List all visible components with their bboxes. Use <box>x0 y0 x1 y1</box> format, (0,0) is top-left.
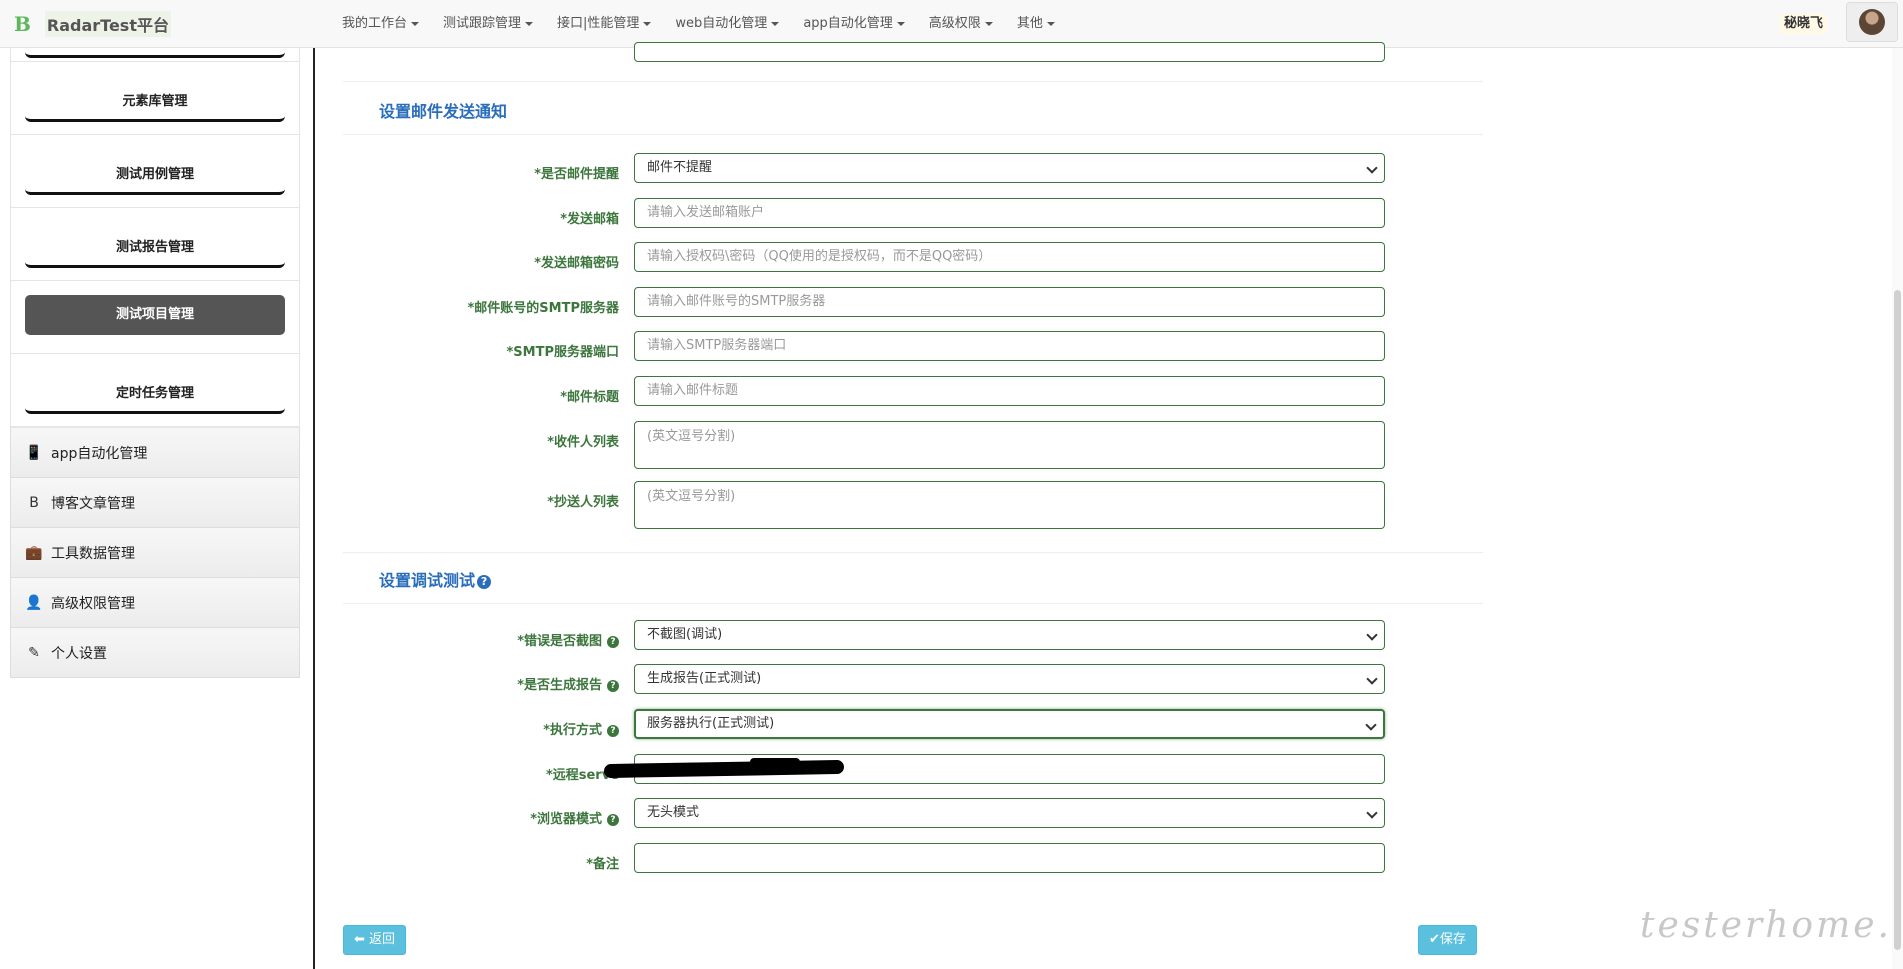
remind-label: *是否邮件提醒 <box>534 167 619 182</box>
sidebar-subitem-test-projects: 测试项目管理 <box>11 281 299 354</box>
caret-down-icon <box>643 21 652 26</box>
divider <box>343 134 1483 135</box>
divider <box>343 603 1483 604</box>
sender-password-input[interactable]: 请输入授权码\密码（QQ使用的是授权码，而不是QQ密码） <box>634 242 1385 272</box>
debug-section-title: 设置调试测试? <box>379 567 492 591</box>
user-name[interactable]: 秘晓飞 <box>1780 14 1828 34</box>
to-label: *收件人列表 <box>547 435 619 450</box>
sidebar-item-blog[interactable]: B 博客文章管理 <box>10 478 300 528</box>
brand-name: RadarTest平台 <box>44 11 171 37</box>
sidebar-subitem-label[interactable]: 测试用例管理 <box>25 155 285 195</box>
sidebar-submenu: 元素库管理 测试用例管理 测试报告管理 测试项目管理 定时任务管理 <box>10 48 300 428</box>
sender-email-input[interactable]: 请输入发送邮箱账户 <box>634 198 1385 228</box>
briefcase-icon: 💼 <box>25 544 43 561</box>
divider <box>343 552 1483 553</box>
caret-down-icon <box>984 21 993 26</box>
nav-item-web-automation[interactable]: web自动化管理 <box>663 0 791 48</box>
subject-label: *邮件标题 <box>560 390 619 405</box>
brand[interactable]: B RadarTest平台 <box>14 10 171 38</box>
sidebar-subitem-test-cases: 测试用例管理 <box>11 135 299 208</box>
nav-item-other[interactable]: 其他 <box>1005 0 1067 48</box>
exec-mode-select[interactable]: 服务器执行(正式测试) <box>634 709 1385 739</box>
cc-label: *抄送人列表 <box>547 495 619 510</box>
recipients-textarea[interactable]: (英文逗号分割) <box>634 421 1385 469</box>
sidebar-item-label: 博客文章管理 <box>51 495 135 512</box>
sidebar-item-label: app自动化管理 <box>51 445 148 462</box>
nav-item-advanced-permission[interactable]: 高级权限 <box>917 0 1005 48</box>
sidebar-subitem-element-library: 元素库管理 <box>11 62 299 135</box>
check-icon: ✔ <box>1429 932 1440 947</box>
arrow-left-icon: ⬅ <box>354 932 365 947</box>
project-settings-form: 设置邮件发送通知 *是否邮件提醒 邮件不提醒 *发送邮箱 请输入发送邮箱账户 *… <box>343 42 1483 969</box>
divider <box>343 81 1483 82</box>
caret-down-icon <box>1046 21 1055 26</box>
smtp-label: *邮件账号的SMTP服务器 <box>467 301 620 316</box>
help-icon[interactable]: ? <box>607 636 619 648</box>
screenshot-label: *错误是否截图? <box>517 630 619 649</box>
sidebar-subitem-label[interactable]: 测试项目管理 <box>25 295 285 335</box>
browser-mode-select[interactable]: 无头模式 <box>634 798 1385 828</box>
avatar-button[interactable] <box>1846 2 1898 42</box>
back-button[interactable]: ⬅ 返回 <box>343 925 407 955</box>
help-icon[interactable]: ? <box>607 725 619 737</box>
note-label: *备注 <box>586 857 619 872</box>
email-remind-select[interactable]: 邮件不提醒 <box>634 153 1385 183</box>
user-icon: 👤 <box>25 594 43 611</box>
sidebar-subitem-clipped <box>11 48 299 62</box>
email-subject-input[interactable]: 请输入邮件标题 <box>634 376 1385 406</box>
sidebar-item-personal-settings[interactable]: ✎ 个人设置 <box>10 628 300 678</box>
avatar <box>1859 9 1885 35</box>
report-label: *是否生成报告? <box>517 674 619 693</box>
edit-icon: ✎ <box>28 644 40 661</box>
sidebar-subitem-label[interactable]: 测试报告管理 <box>25 228 285 268</box>
note-input[interactable] <box>634 843 1385 873</box>
cc-textarea[interactable]: (英文逗号分割) <box>634 481 1385 529</box>
help-icon[interactable]: ? <box>477 575 492 589</box>
nav-item-test-tracking[interactable]: 测试跟踪管理 <box>431 0 545 48</box>
nav-menu: 我的工作台 测试跟踪管理 接口|性能管理 web自动化管理 app自动化管理 高… <box>330 0 1067 48</box>
sidebar-item-tool-data[interactable]: 💼 工具数据管理 <box>10 528 300 578</box>
sidebar-item-label: 个人设置 <box>51 645 107 662</box>
sidebar-item-advanced-permission[interactable]: 👤 高级权限管理 <box>10 578 300 628</box>
sidebar-subitem-label[interactable]: 定时任务管理 <box>25 374 285 414</box>
sidebar-subitem-test-reports: 测试报告管理 <box>11 208 299 281</box>
nav-item-app-automation[interactable]: app自动化管理 <box>791 0 916 48</box>
nav-item-api-perf[interactable]: 接口|性能管理 <box>545 0 663 48</box>
bold-b-icon: B <box>29 494 39 511</box>
clipped-textarea[interactable] <box>634 42 1385 62</box>
nav-item-workbench[interactable]: 我的工作台 <box>330 0 431 48</box>
smtp-server-input[interactable]: 请输入邮件账号的SMTP服务器 <box>634 287 1385 317</box>
mobile-icon: 📱 <box>25 444 43 461</box>
sidebar-subitem-scheduled-tasks: 定时任务管理 <box>11 354 299 427</box>
caret-down-icon <box>525 21 534 26</box>
password-label: *发送邮箱密码 <box>534 256 619 271</box>
screenshot-select[interactable]: 不截图(调试) <box>634 620 1385 650</box>
smtp-port-input[interactable]: 请输入SMTP服务器端口 <box>634 331 1385 361</box>
port-label: *SMTP服务器端口 <box>506 345 620 360</box>
sidebar-item-label: 高级权限管理 <box>51 595 135 612</box>
caret-down-icon <box>896 21 905 26</box>
sidebar-subitem-label[interactable]: 元素库管理 <box>25 82 285 122</box>
report-select[interactable]: 生成报告(正式测试) <box>634 664 1385 694</box>
caret-down-icon <box>411 21 420 26</box>
sidebar: 元素库管理 测试用例管理 测试报告管理 测试项目管理 定时任务管理 📱 app自… <box>10 48 300 678</box>
save-button[interactable]: ✔保存 <box>1418 925 1477 955</box>
email-section-title: 设置邮件发送通知 <box>379 102 508 121</box>
browser-label: *浏览器模式? <box>530 808 619 827</box>
redaction-mark <box>750 758 800 766</box>
caret-down-icon <box>771 21 780 26</box>
watermark: testerhome.com <box>1640 905 1903 946</box>
sender-label: *发送邮箱 <box>560 212 619 227</box>
help-icon[interactable]: ? <box>607 680 619 692</box>
sidebar-item-app-automation[interactable]: 📱 app自动化管理 <box>10 428 300 478</box>
brand-logo-icon: B <box>14 12 31 36</box>
exec-label: *执行方式? <box>543 719 619 738</box>
content-divider <box>313 48 315 969</box>
help-icon[interactable]: ? <box>607 814 619 826</box>
sidebar-item-label: 工具数据管理 <box>51 545 135 562</box>
scrollbar-thumb[interactable] <box>1894 290 1901 950</box>
top-navbar: B RadarTest平台 我的工作台 测试跟踪管理 接口|性能管理 web自动… <box>0 0 1903 48</box>
